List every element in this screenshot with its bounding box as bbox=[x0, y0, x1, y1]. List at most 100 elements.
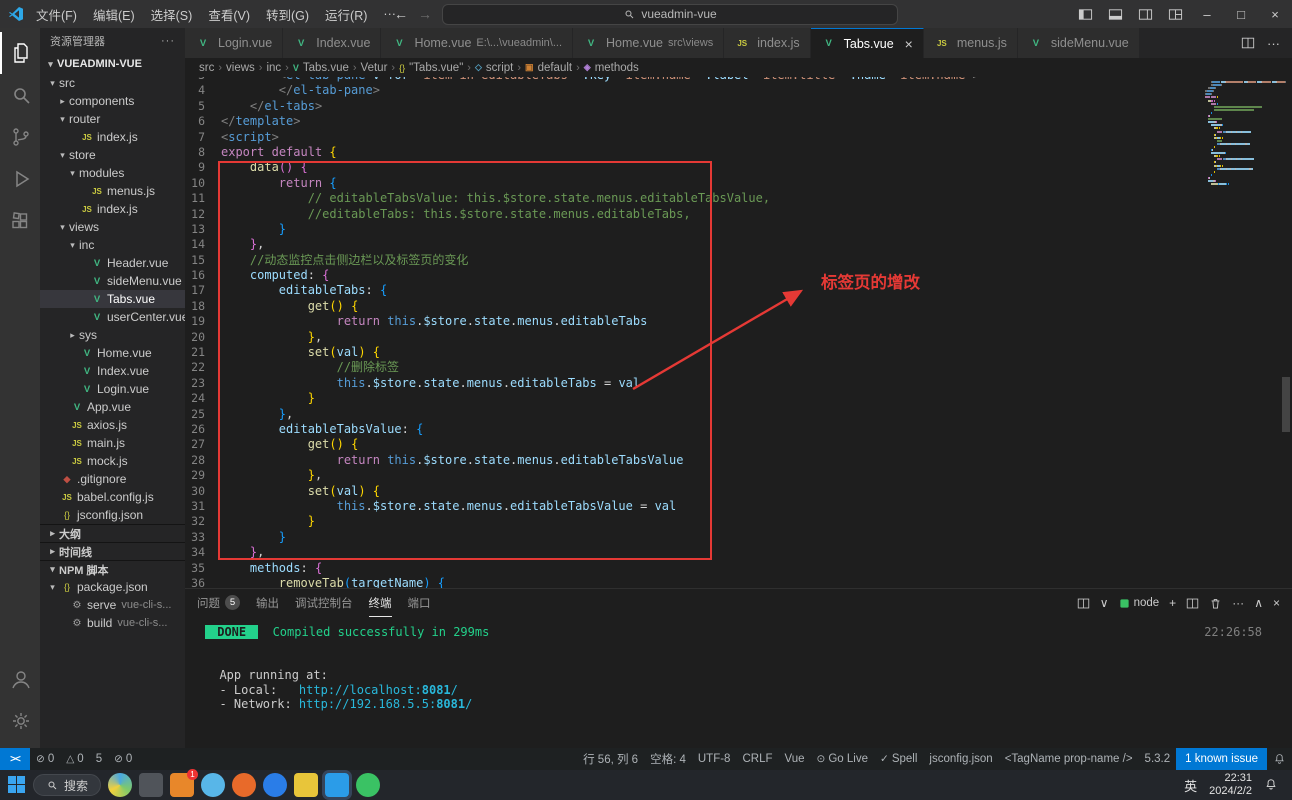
run-debug-icon[interactable] bbox=[0, 158, 40, 200]
tree-item-axios.js[interactable]: JSaxios.js bbox=[40, 416, 185, 434]
tree-item-大纲[interactable]: ▸大纲 bbox=[40, 524, 185, 542]
tree-item-App.vue[interactable]: VApp.vue bbox=[40, 398, 185, 416]
vertical-scrollbar[interactable] bbox=[1280, 77, 1292, 588]
status-go-live[interactable]: ⊙Go Live bbox=[811, 748, 874, 770]
source-control-icon[interactable] bbox=[0, 116, 40, 158]
tree-item-mock.js[interactable]: JSmock.js bbox=[40, 452, 185, 470]
tree-item-NPM 脚本[interactable]: ▾NPM 脚本 bbox=[40, 560, 185, 578]
breadcrumb-item-"Tabs.vue"[interactable]: "Tabs.vue" bbox=[409, 62, 463, 74]
close-button[interactable]: × bbox=[1258, 0, 1292, 28]
tree-item-index.js[interactable]: JSindex.js bbox=[40, 128, 185, 146]
taskbar-app-wechat-icon[interactable] bbox=[356, 773, 380, 797]
status-jsconfig[interactable]: jsconfig.json bbox=[923, 748, 998, 770]
taskbar-app-app-badge-icon[interactable]: 1 bbox=[170, 773, 194, 797]
tree-item-时间线[interactable]: ▸时间线 bbox=[40, 542, 185, 560]
search-icon[interactable] bbox=[0, 74, 40, 116]
tab-menus.js[interactable]: JSmenus.js bbox=[924, 28, 1018, 58]
breadcrumb-item-Tabs.vue[interactable]: Tabs.vue bbox=[303, 62, 349, 74]
panel-more-actions[interactable]: ··· bbox=[1232, 596, 1244, 610]
known-issue-badge[interactable]: 1 known issue bbox=[1176, 748, 1267, 770]
breadcrumb-item-Vetur[interactable]: Vetur bbox=[361, 62, 388, 74]
panel-tab-ports[interactable]: 端口 bbox=[408, 589, 431, 617]
panel-tab-problems[interactable]: 问题5 bbox=[197, 589, 240, 617]
tab-Home.vue[interactable]: VHome.vuesrc\views bbox=[573, 28, 724, 58]
panel-layout-icon[interactable] bbox=[1077, 597, 1090, 610]
breadcrumb-item-views[interactable]: views bbox=[226, 62, 255, 74]
explorer-more-actions[interactable]: ··· bbox=[161, 35, 175, 47]
taskbar-app-notepad-icon[interactable] bbox=[139, 773, 163, 797]
status-language-mode[interactable]: Vue bbox=[779, 748, 811, 770]
tree-item-main.js[interactable]: JSmain.js bbox=[40, 434, 185, 452]
taskbar-app-file-explorer-icon[interactable] bbox=[294, 773, 318, 797]
tree-item-Index.vue[interactable]: VIndex.vue bbox=[40, 362, 185, 380]
menu-运行(R)[interactable]: 运行(R) bbox=[317, 5, 375, 24]
status-version[interactable]: 5.3.2 bbox=[1139, 748, 1177, 770]
account-icon[interactable] bbox=[0, 658, 40, 700]
notifications-bell-icon[interactable] bbox=[1267, 748, 1292, 770]
code-editor[interactable]: 3 <el-tab-pane v-for="item in editableTa… bbox=[185, 77, 1292, 588]
taskbar-app-firefox-icon[interactable] bbox=[232, 773, 256, 797]
menu-文件(F)[interactable]: 文件(F) bbox=[28, 5, 85, 24]
panel-tab-output[interactable]: 输出 bbox=[256, 589, 279, 617]
tree-item-Home.vue[interactable]: VHome.vue bbox=[40, 344, 185, 362]
status-extra-count[interactable]: 5 bbox=[90, 748, 108, 770]
new-terminal-icon[interactable]: + bbox=[1169, 596, 1176, 610]
back-icon[interactable]: ← bbox=[394, 6, 408, 22]
status-cursor-position[interactable]: 行 56, 列 6 bbox=[577, 748, 644, 770]
tree-item-Login.vue[interactable]: VLogin.vue bbox=[40, 380, 185, 398]
tab-index.js[interactable]: JSindex.js bbox=[724, 28, 810, 58]
settings-gear-icon[interactable] bbox=[0, 700, 40, 742]
tree-item-package.json[interactable]: ▾{}package.json bbox=[40, 578, 185, 596]
minimize-button[interactable]: – bbox=[1190, 0, 1224, 28]
tree-item-userCenter.vue[interactable]: VuserCenter.vue bbox=[40, 308, 185, 326]
tab-Home.vue[interactable]: VHome.vueE:\...\vueadmin\... bbox=[381, 28, 573, 58]
status-template-interpolation[interactable]: <TagName prop-name /> bbox=[999, 748, 1139, 770]
tree-item-components[interactable]: ▸components bbox=[40, 92, 185, 110]
ime-indicator[interactable]: 英 bbox=[1184, 776, 1197, 795]
split-editor-icon[interactable] bbox=[1241, 36, 1255, 50]
tree-item-inc[interactable]: ▾inc bbox=[40, 236, 185, 254]
tree-item-views[interactable]: ▾views bbox=[40, 218, 185, 236]
maximize-panel-icon[interactable]: ∧ bbox=[1254, 596, 1263, 610]
chevron-down-icon[interactable]: ∨ bbox=[1100, 596, 1109, 610]
project-root-folder[interactable]: ▾ VUEADMIN-VUE bbox=[40, 54, 185, 74]
status-eol[interactable]: CRLF bbox=[736, 748, 778, 770]
notification-center-icon[interactable] bbox=[1264, 778, 1278, 792]
tree-item-build[interactable]: ⚙buildvue-cli-s... bbox=[40, 614, 185, 632]
status-encoding[interactable]: UTF-8 bbox=[692, 748, 737, 770]
breadcrumb-item-inc[interactable]: inc bbox=[266, 62, 281, 74]
breadcrumb-item-default[interactable]: default bbox=[538, 62, 573, 74]
customize-layout-icon[interactable] bbox=[1160, 0, 1190, 28]
status-spell[interactable]: ✓Spell bbox=[874, 748, 923, 770]
minimap[interactable] bbox=[1202, 77, 1280, 588]
tree-item-menus.js[interactable]: JSmenus.js bbox=[40, 182, 185, 200]
kill-terminal-icon[interactable] bbox=[1209, 597, 1222, 610]
scrollbar-thumb[interactable] bbox=[1282, 377, 1290, 432]
tab-Login.vue[interactable]: VLogin.vue bbox=[185, 28, 283, 58]
tree-item-index.js[interactable]: JSindex.js bbox=[40, 200, 185, 218]
breadcrumb-item-src[interactable]: src bbox=[199, 62, 214, 74]
tree-item-modules[interactable]: ▾modules bbox=[40, 164, 185, 182]
menu-转到(G)[interactable]: 转到(G) bbox=[258, 5, 317, 24]
taskbar-search-box[interactable]: 搜索 bbox=[33, 774, 101, 796]
tree-item-babel.config.js[interactable]: JSbabel.config.js bbox=[40, 488, 185, 506]
status-warnings[interactable]: △0 bbox=[60, 748, 89, 770]
terminal-content[interactable]: DONE Compiled successfully in 299ms App … bbox=[185, 617, 1292, 748]
toggle-secondary-sidebar-icon[interactable] bbox=[1130, 0, 1160, 28]
taskbar-app-qq-icon[interactable] bbox=[201, 773, 225, 797]
split-terminal-icon[interactable] bbox=[1186, 597, 1199, 610]
tree-item-sideMenu.vue[interactable]: VsideMenu.vue bbox=[40, 272, 185, 290]
taskbar-app-widgets-icon[interactable] bbox=[108, 773, 132, 797]
menu-编辑(E)[interactable]: 编辑(E) bbox=[85, 5, 143, 24]
status-ports-forwarded[interactable]: ⊘0 bbox=[108, 748, 138, 770]
tab-sideMenu.vue[interactable]: VsideMenu.vue bbox=[1018, 28, 1140, 58]
taskbar-app-edge-icon[interactable] bbox=[263, 773, 287, 797]
panel-tab-terminal[interactable]: 终端 bbox=[369, 589, 392, 617]
close-tab-icon[interactable]: × bbox=[905, 36, 913, 52]
tree-item-sys[interactable]: ▸sys bbox=[40, 326, 185, 344]
panel-tab-debug-console[interactable]: 调试控制台 bbox=[295, 589, 353, 617]
tab-Index.vue[interactable]: VIndex.vue bbox=[283, 28, 381, 58]
tree-item-router[interactable]: ▾router bbox=[40, 110, 185, 128]
tree-item-serve[interactable]: ⚙servevue-cli-s... bbox=[40, 596, 185, 614]
terminal-shell-node[interactable]: node bbox=[1119, 597, 1160, 609]
